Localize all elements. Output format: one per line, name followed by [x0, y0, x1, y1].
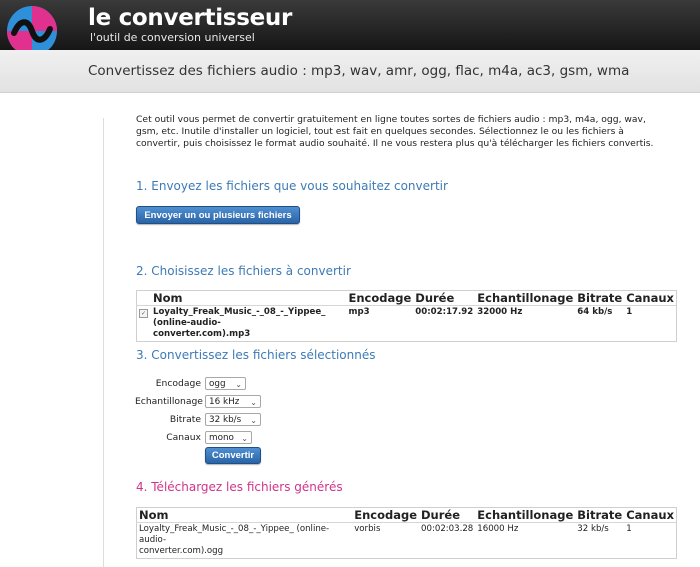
file-echantillonage: 32000 Hz — [475, 305, 576, 342]
col-canaux[interactable]: Canaux — [624, 291, 676, 306]
encodage-label: Encodage — [155, 378, 201, 389]
col-nom[interactable]: Nom — [151, 291, 346, 306]
content-divider — [103, 118, 104, 567]
chevron-down-icon: ⌄ — [241, 434, 248, 443]
file-encodage: mp3 — [346, 305, 414, 342]
col-nom[interactable]: Nom — [137, 508, 353, 523]
col-duree[interactable]: Durée — [419, 508, 475, 523]
table-row[interactable]: ✓ Loyalty_Freak_Music_-_08_-_Yippee_ (on… — [136, 305, 677, 342]
output-bitrate: 32 kb/s — [575, 522, 625, 559]
file-bitrate: 64 kb/s — [575, 305, 625, 342]
page-title: Convertissez des fichiers audio : mp3, w… — [88, 63, 630, 79]
output-encodage: vorbis — [352, 522, 420, 559]
echantillonage-label: Echantillonage — [135, 396, 203, 407]
col-echantillonage[interactable]: Echantillonage — [475, 291, 575, 306]
chevron-down-icon: ⌄ — [235, 380, 242, 389]
file-name-line1: Loyalty_Freak_Music_-_08_-_Yippee_ (onli… — [153, 307, 326, 328]
table-header-row: Nom Encodage Durée Echantillonage Bitrat… — [137, 291, 677, 306]
col-echantillonage[interactable]: Echantillonage — [475, 508, 575, 523]
col-canaux[interactable]: Canaux — [624, 508, 676, 523]
canaux-label: Canaux — [166, 432, 201, 443]
tagline: l'outil de conversion universel — [90, 31, 255, 44]
chevron-down-icon: ⌄ — [250, 416, 257, 425]
col-encodage[interactable]: Encodage — [346, 291, 413, 306]
upload-files-button[interactable]: Envoyer un ou plusieurs fichiers — [136, 206, 300, 224]
site-header: le convertisseur l'outil de conversion u… — [0, 0, 700, 56]
output-file-link-line1[interactable]: Loyalty_Freak_Music_-_08_-_Yippee_ (onli… — [139, 524, 329, 545]
echantillonage-select[interactable]: 16 kHz ⌄ — [205, 395, 261, 408]
output-duree: 00:02:03.28 — [419, 522, 476, 559]
bitrate-label: Bitrate — [169, 414, 201, 425]
intro-text: Cet outil vous permet de convertir gratu… — [136, 114, 654, 149]
bitrate-select[interactable]: 32 kb/s ⌄ — [205, 413, 261, 426]
convert-button[interactable]: Convertir — [205, 447, 261, 464]
output-file-link-line2[interactable]: converter.com).ogg — [139, 546, 223, 556]
file-canaux: 1 — [624, 305, 677, 342]
step-1-heading: 1. Envoyez les fichiers que vous souhait… — [136, 179, 448, 193]
file-checkbox[interactable]: ✓ — [139, 309, 148, 318]
col-bitrate[interactable]: Bitrate — [575, 508, 624, 523]
brand-name[interactable]: le convertisseur — [88, 5, 292, 31]
encodage-select[interactable]: ogg ⌄ — [205, 377, 246, 390]
step-2-heading: 2. Choisissez les fichiers à convertir — [136, 264, 351, 278]
output-canaux: 1 — [624, 522, 677, 559]
file-duree: 00:02:17.92 — [413, 305, 476, 342]
file-name-line2: converter.com).mp3 — [153, 329, 251, 339]
table-row[interactable]: Loyalty_Freak_Music_-_08_-_Yippee_ (onli… — [136, 522, 677, 559]
col-encodage[interactable]: Encodage — [352, 508, 419, 523]
col-bitrate[interactable]: Bitrate — [575, 291, 624, 306]
title-band: Convertissez des fichiers audio : mp3, w… — [0, 50, 700, 93]
step-4-heading: 4. Téléchargez les fichiers générés — [136, 480, 343, 494]
col-duree[interactable]: Durée — [413, 291, 475, 306]
step-3-heading: 3. Convertissez les fichiers sélectionné… — [136, 348, 376, 362]
output-echantillonage: 16000 Hz — [475, 522, 576, 559]
canaux-select[interactable]: mono ⌄ — [205, 431, 252, 444]
input-files-table: Nom Encodage Durée Echantillonage Bitrat… — [136, 290, 677, 342]
table-header-row: Nom Encodage Durée Echantillonage Bitrat… — [137, 508, 677, 523]
output-files-table: Nom Encodage Durée Echantillonage Bitrat… — [136, 507, 677, 559]
chevron-down-icon: ⌄ — [250, 398, 257, 407]
